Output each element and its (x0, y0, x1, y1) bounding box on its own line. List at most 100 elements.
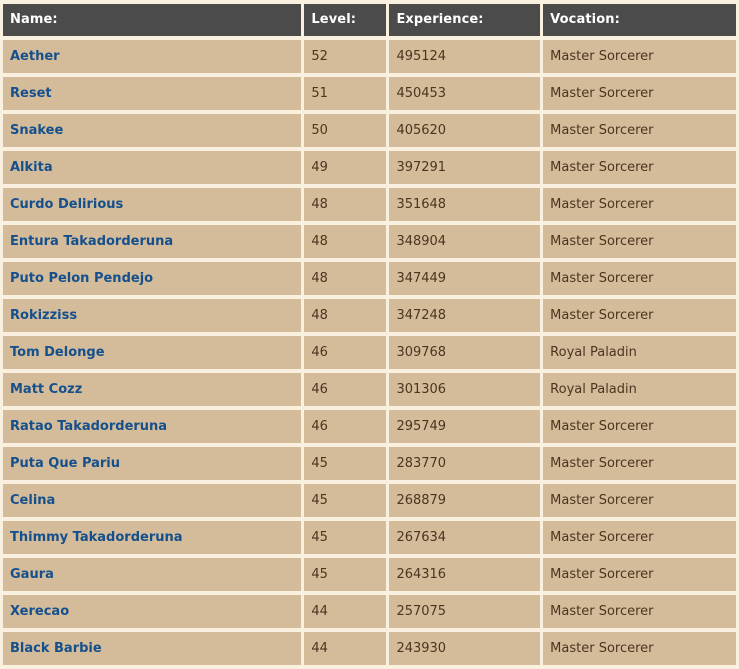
column-header-name[interactable]: Name: (3, 4, 302, 36)
table-row: Celina 45 268879 Master Sorcerer (3, 484, 736, 517)
cell-vocation: Master Sorcerer (543, 299, 736, 332)
player-name-link[interactable]: Xerecao (10, 604, 69, 619)
cell-level: 48 (304, 225, 387, 258)
cell-vocation: Master Sorcerer (543, 447, 736, 480)
table-row: Aether 52 495124 Master Sorcerer (3, 40, 736, 73)
cell-name: Puto Pelon Pendejo (3, 262, 302, 295)
cell-experience: 348904 (389, 225, 541, 258)
cell-vocation: Master Sorcerer (543, 114, 736, 147)
cell-name: Thimmy Takadorderuna (3, 521, 302, 554)
cell-vocation: Master Sorcerer (543, 632, 736, 665)
cell-name: Black Barbie (3, 632, 302, 665)
player-name-link[interactable]: Puta Que Pariu (10, 456, 120, 471)
table-body: Aether 52 495124 Master Sorcerer Reset 51 4504… (3, 40, 736, 665)
cell-name: Reset (3, 77, 302, 110)
cell-level: 50 (304, 114, 387, 147)
player-name-link[interactable]: Entura Takadorderuna (10, 234, 173, 249)
table-row: Snakee 50 405620 Master Sorcerer (3, 114, 736, 147)
cell-vocation: Master Sorcerer (543, 225, 736, 258)
table-row: Alkita 49 397291 Master Sorcerer (3, 151, 736, 184)
player-name-link[interactable]: Thimmy Takadorderuna (10, 530, 183, 545)
table-row: Matt Cozz 46 301306 Royal Paladin (3, 373, 736, 406)
cell-vocation: Royal Paladin (543, 373, 736, 406)
cell-experience: 347449 (389, 262, 541, 295)
player-name-link[interactable]: Alkita (10, 160, 53, 175)
table-row: Reset 51 450453 Master Sorcerer (3, 77, 736, 110)
table-row: Entura Takadorderuna 48 348904 Master Sorce… (3, 225, 736, 258)
cell-experience: 268879 (389, 484, 541, 517)
cell-level: 45 (304, 521, 387, 554)
cell-experience: 243930 (389, 632, 541, 665)
table-row: Ratao Takadorderuna 46 295749 Master Sorcer… (3, 410, 736, 443)
cell-level: 52 (304, 40, 387, 73)
cell-vocation: Master Sorcerer (543, 410, 736, 443)
column-header-vocation[interactable]: Vocation: (543, 4, 736, 36)
player-name-link[interactable]: Puto Pelon Pendejo (10, 271, 153, 286)
cell-vocation: Royal Paladin (543, 336, 736, 369)
cell-experience: 397291 (389, 151, 541, 184)
cell-experience: 347248 (389, 299, 541, 332)
cell-name: Gaura (3, 558, 302, 591)
cell-level: 45 (304, 484, 387, 517)
player-name-link[interactable]: Rokizziss (10, 308, 77, 323)
cell-name: Alkita (3, 151, 302, 184)
table-row: Curdo Delirious 48 351648 Master Sorcerer (3, 188, 736, 221)
cell-experience: 283770 (389, 447, 541, 480)
cell-name: Matt Cozz (3, 373, 302, 406)
cell-level: 46 (304, 410, 387, 443)
cell-vocation: Master Sorcerer (543, 595, 736, 628)
cell-name: Rokizziss (3, 299, 302, 332)
cell-level: 44 (304, 632, 387, 665)
player-name-link[interactable]: Tom Delonge (10, 345, 105, 360)
table-row: Rokizziss 48 347248 Master Sorcerer (3, 299, 736, 332)
player-name-link[interactable]: Celina (10, 493, 55, 508)
cell-level: 44 (304, 595, 387, 628)
table-row: Tom Delonge 46 309768 Royal Paladin (3, 336, 736, 369)
cell-vocation: Master Sorcerer (543, 151, 736, 184)
table-header: Name: Level: Experience: Vocation: (3, 4, 736, 36)
player-name-link[interactable]: Aether (10, 49, 60, 64)
cell-name: Tom Delonge (3, 336, 302, 369)
cell-level: 48 (304, 262, 387, 295)
table-row: Puto Pelon Pendejo 48 347449 Master Sorcere… (3, 262, 736, 295)
player-name-link[interactable]: Ratao Takadorderuna (10, 419, 167, 434)
cell-name: Xerecao (3, 595, 302, 628)
player-name-link[interactable]: Curdo Delirious (10, 197, 123, 212)
table-row: Thimmy Takadorderuna 45 267634 Master Sorce… (3, 521, 736, 554)
cell-level: 46 (304, 336, 387, 369)
cell-experience: 351648 (389, 188, 541, 221)
column-header-level[interactable]: Level: (304, 4, 387, 36)
cell-name: Entura Takadorderuna (3, 225, 302, 258)
cell-level: 48 (304, 299, 387, 332)
cell-name: Celina (3, 484, 302, 517)
cell-name: Puta Que Pariu (3, 447, 302, 480)
cell-vocation: Master Sorcerer (543, 558, 736, 591)
cell-experience: 309768 (389, 336, 541, 369)
cell-level: 49 (304, 151, 387, 184)
cell-vocation: Master Sorcerer (543, 77, 736, 110)
cell-experience: 450453 (389, 77, 541, 110)
cell-level: 45 (304, 447, 387, 480)
cell-name: Curdo Delirious (3, 188, 302, 221)
cell-vocation: Master Sorcerer (543, 262, 736, 295)
player-name-link[interactable]: Black Barbie (10, 641, 102, 656)
player-name-link[interactable]: Matt Cozz (10, 382, 82, 397)
cell-experience: 301306 (389, 373, 541, 406)
player-name-link[interactable]: Reset (10, 86, 52, 101)
table-header-row: Name: Level: Experience: Vocation: (3, 4, 736, 36)
cell-name: Snakee (3, 114, 302, 147)
table-row: Puta Que Pariu 45 283770 Master Sorcerer (3, 447, 736, 480)
cell-experience: 267634 (389, 521, 541, 554)
cell-vocation: Master Sorcerer (543, 521, 736, 554)
player-name-link[interactable]: Gaura (10, 567, 54, 582)
column-header-experience[interactable]: Experience: (389, 4, 541, 36)
cell-experience: 495124 (389, 40, 541, 73)
player-name-link[interactable]: Snakee (10, 123, 63, 138)
cell-vocation: Master Sorcerer (543, 40, 736, 73)
cell-experience: 257075 (389, 595, 541, 628)
cell-vocation: Master Sorcerer (543, 484, 736, 517)
cell-level: 46 (304, 373, 387, 406)
cell-experience: 295749 (389, 410, 541, 443)
table-row: Gaura 45 264316 Master Sorcerer (3, 558, 736, 591)
cell-experience: 405620 (389, 114, 541, 147)
